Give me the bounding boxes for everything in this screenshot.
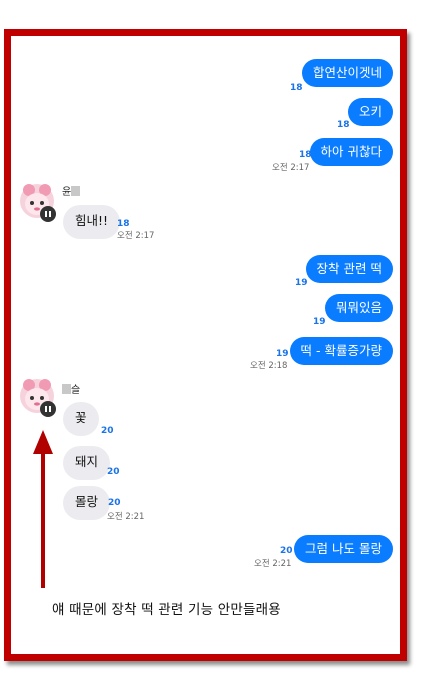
redacted-mask [71, 186, 81, 196]
message-time: 오전 2:17 [117, 231, 155, 241]
message-text: 돼지 [75, 454, 99, 469]
message-time: 오전 2:18 [250, 361, 288, 371]
outgoing-message[interactable]: 장착 관련 떡 [305, 255, 393, 283]
message-time: 오전 2:21 [107, 512, 145, 522]
outgoing-message[interactable]: 뭐뭐있음 [324, 294, 393, 322]
annotation-caption: 얘 때문에 장착 떡 관련 기능 안만들래용 [52, 602, 281, 618]
message-text: 떡 - 확률증가량 [300, 343, 382, 358]
sender-name: 슬 [62, 381, 80, 396]
unread-count: 20 [107, 467, 120, 477]
sender-name: 윤 [62, 183, 81, 198]
message-time: 오전 2:17 [272, 163, 310, 173]
message-text: 뭐뭐있음 [335, 300, 382, 315]
outgoing-message[interactable]: 그럼 나도 몰랑 [294, 535, 393, 563]
unread-count: 19 [276, 349, 289, 359]
message-text: 합연산이겟네 [312, 65, 382, 80]
message-text: 장착 관련 떡 [316, 261, 382, 276]
redacted-mask [62, 384, 71, 394]
message-text: 꽃 [75, 410, 87, 425]
unread-count: 20 [101, 426, 114, 436]
incoming-message[interactable]: 힘내!! [63, 205, 121, 239]
unread-count: 18 [117, 219, 130, 229]
outgoing-message[interactable]: 오키 [347, 98, 393, 126]
unread-count: 19 [295, 278, 308, 288]
outgoing-message[interactable]: 합연산이겟네 [301, 59, 393, 87]
unread-count: 20 [280, 546, 293, 556]
unread-count: 18 [299, 150, 312, 160]
avatar-icon[interactable] [17, 376, 61, 420]
unread-count: 18 [290, 83, 303, 93]
outgoing-message[interactable]: 하아 귀찮다 [309, 138, 393, 166]
message-text: 그럼 나도 몰랑 [305, 541, 382, 556]
unread-count: 20 [108, 498, 121, 508]
annotation-arrow-icon [33, 430, 53, 588]
unread-count: 19 [313, 317, 326, 327]
message-text: 몰랑 [75, 494, 99, 509]
avatar-icon[interactable] [17, 181, 61, 225]
unread-count: 18 [337, 120, 350, 130]
incoming-message[interactable]: 꽃 [63, 402, 99, 436]
message-text: 하아 귀찮다 [320, 144, 382, 159]
outgoing-message[interactable]: 떡 - 확률증가량 [289, 337, 393, 365]
incoming-message[interactable]: 몰랑 [63, 486, 111, 520]
message-text: 오키 [358, 104, 382, 119]
incoming-message[interactable]: 돼지 [63, 446, 111, 480]
message-time: 오전 2:21 [254, 559, 292, 569]
message-text: 힘내!! [75, 213, 109, 228]
